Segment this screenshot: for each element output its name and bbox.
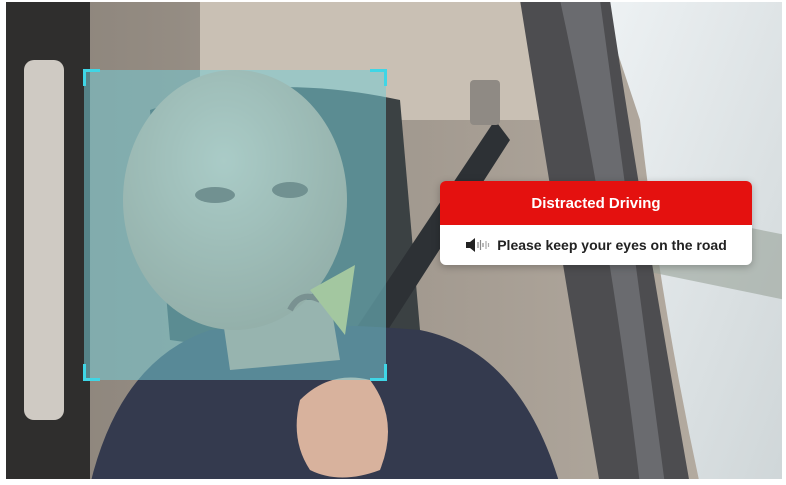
alert-message: Please keep your eyes on the road: [497, 237, 727, 253]
distraction-alert-card: Distracted Driving Please keep your eyes…: [440, 181, 752, 265]
alert-title: Distracted Driving: [440, 181, 752, 225]
video-frame: Distracted Driving Please keep your eyes…: [0, 0, 786, 485]
speaker-sound-icon: [465, 238, 491, 252]
corner-bottom-right-marker: [370, 364, 387, 381]
corner-bottom-left-marker: [83, 364, 100, 381]
corner-top-left-marker: [83, 69, 100, 86]
face-detection-box: [83, 69, 387, 381]
corner-top-right-marker: [370, 69, 387, 86]
alert-message-row: Please keep your eyes on the road: [440, 225, 752, 265]
